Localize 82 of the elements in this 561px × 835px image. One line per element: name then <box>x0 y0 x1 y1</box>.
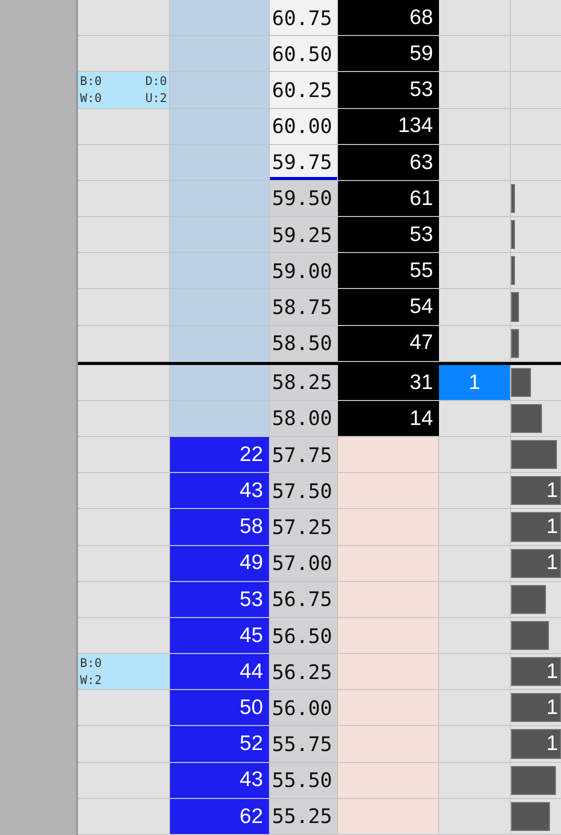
ask-cell[interactable] <box>338 509 439 545</box>
ask-cell[interactable] <box>338 690 439 726</box>
stat-text: W:2 <box>80 672 102 688</box>
bid-size-cell[interactable]: 53 <box>170 582 270 617</box>
ask-size-cell[interactable]: 68 <box>338 0 439 36</box>
volume-bar: 1 <box>511 512 561 542</box>
volume-bar: 1 <box>511 476 561 506</box>
ask-size-cell[interactable]: 59 <box>338 36 439 72</box>
ask-size-cell[interactable]: 134 <box>338 108 439 144</box>
bid-size-cell[interactable]: 62 <box>170 798 270 834</box>
bid-cell[interactable] <box>170 108 270 144</box>
ask-size-cell[interactable]: 61 <box>338 180 439 216</box>
bid-size-cell[interactable]: 22 <box>170 437 270 472</box>
price-cell: 57.25 <box>270 509 338 545</box>
price-cell: 56.00 <box>270 690 338 726</box>
bid-cell[interactable] <box>170 253 270 288</box>
stat-text: D:0 <box>145 73 167 90</box>
stat-text: B:0 <box>80 73 102 90</box>
bid-size-cell[interactable]: 50 <box>170 690 270 726</box>
stat-text: W:0 <box>80 90 102 107</box>
price-cell: 58.50 <box>270 326 338 361</box>
price-cell: 59.75 <box>270 144 338 180</box>
bid-size-cell[interactable]: 49 <box>170 546 270 581</box>
ask-size-cell[interactable]: 53 <box>338 217 439 252</box>
price-cell: 58.75 <box>270 289 338 325</box>
bid-cell[interactable] <box>170 0 270 36</box>
ask-cell[interactable] <box>338 726 439 762</box>
price-cell: 60.25 <box>270 72 338 108</box>
bid-size-cell[interactable]: 43 <box>170 473 270 508</box>
volume-bar: 1 <box>511 693 561 722</box>
bid-cell[interactable] <box>170 326 270 361</box>
price-cell: 60.75 <box>270 0 338 36</box>
ask-size-cell[interactable]: 47 <box>338 326 439 361</box>
price-cell: 55.25 <box>270 798 338 834</box>
bid-cell[interactable] <box>170 400 270 436</box>
price-cell: 60.00 <box>270 108 338 144</box>
ask-size-cell[interactable]: 31 <box>338 364 439 400</box>
ask-size-cell[interactable]: 14 <box>338 400 439 436</box>
order-cell[interactable]: 1 <box>439 364 510 400</box>
ask-cell[interactable] <box>338 762 439 798</box>
bid-cell[interactable] <box>170 36 270 72</box>
bid-size-cell[interactable]: 52 <box>170 726 270 762</box>
ask-cell[interactable] <box>338 473 439 508</box>
volume-bar: 1 <box>511 548 561 578</box>
price-cell: 55.50 <box>270 762 338 798</box>
price-cell: 58.25 <box>270 364 338 400</box>
bid-size-cell[interactable]: 43 <box>170 762 270 798</box>
ask-cell[interactable] <box>338 798 439 834</box>
bid-size-cell[interactable]: 58 <box>170 509 270 545</box>
bid-cell[interactable] <box>170 289 270 325</box>
ask-size-cell[interactable]: 55 <box>338 253 439 288</box>
ask-cell[interactable] <box>338 582 439 617</box>
ask-size-cell[interactable]: 54 <box>338 289 439 325</box>
bid-cell[interactable] <box>170 72 270 108</box>
price-cell: 58.00 <box>270 400 338 436</box>
price-cell: 55.75 <box>270 726 338 762</box>
bid-cell[interactable] <box>170 217 270 252</box>
bid-cell[interactable] <box>170 144 270 180</box>
ask-cell[interactable] <box>338 546 439 581</box>
stat-text: U:2 <box>145 90 167 107</box>
bid-cell[interactable] <box>170 364 270 400</box>
price-cell: 56.25 <box>270 654 338 690</box>
ask-cell[interactable] <box>338 654 439 690</box>
price-cell: 59.00 <box>270 253 338 288</box>
stat-text: B:0 <box>80 654 102 672</box>
price-cell: 57.50 <box>270 473 338 508</box>
price-cell: 57.00 <box>270 546 338 581</box>
bid-size-cell[interactable]: 44 <box>170 654 270 690</box>
price-cell: 56.75 <box>270 582 338 617</box>
ask-cell[interactable] <box>338 437 439 472</box>
ask-size-cell[interactable]: 63 <box>338 144 439 180</box>
price-cell: 59.25 <box>270 217 338 252</box>
ask-size-cell[interactable]: 53 <box>338 72 439 108</box>
price-cell: 57.75 <box>270 437 338 472</box>
bid-cell[interactable] <box>170 180 270 216</box>
volume-bar: 1 <box>511 729 561 759</box>
price-cell: 60.50 <box>270 36 338 72</box>
price-cell: 56.50 <box>270 618 338 654</box>
ask-cell[interactable] <box>338 618 439 654</box>
price-cell: 59.50 <box>270 180 338 216</box>
volume-bar: 1 <box>511 657 561 686</box>
bid-size-cell[interactable]: 45 <box>170 618 270 654</box>
